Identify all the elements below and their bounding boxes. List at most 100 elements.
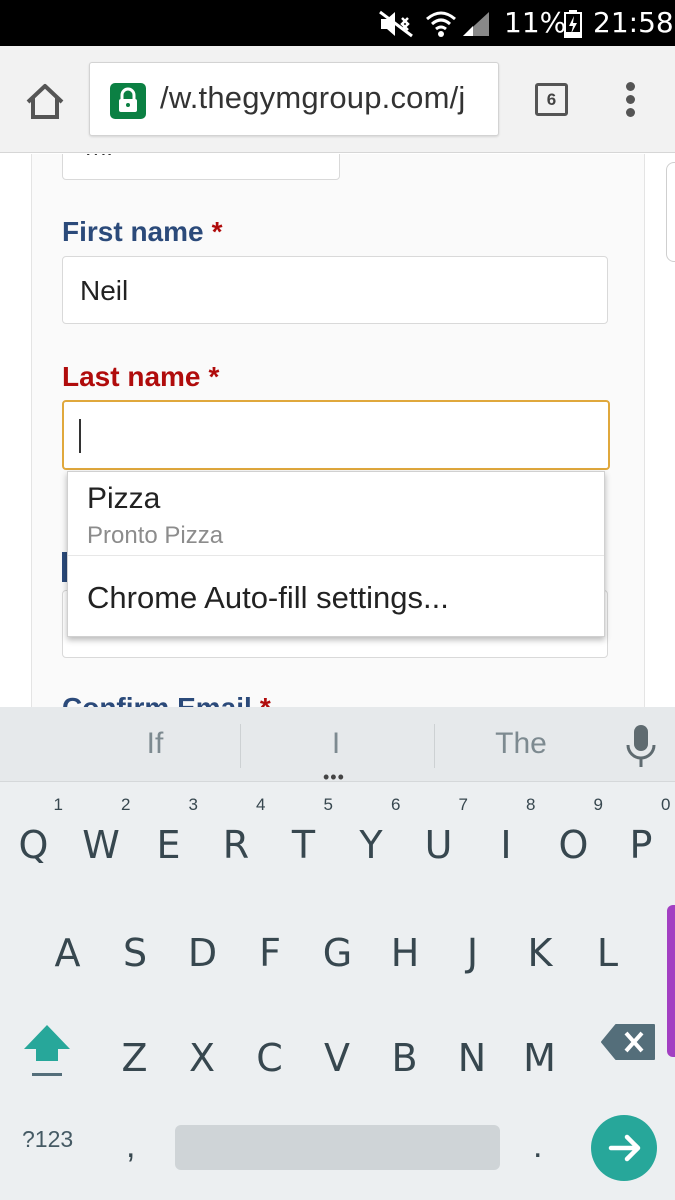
- key-number-hint: 9: [593, 795, 603, 814]
- key-b[interactable]: B: [371, 1008, 438, 1108]
- side-handle: [667, 905, 675, 1057]
- soft-keyboard: If I ••• The ?123 , . Q1W2E3R4T5Y6U7I8O9…: [0, 707, 675, 1200]
- suggestion-3[interactable]: The: [476, 727, 566, 761]
- key-label: M: [523, 1036, 556, 1080]
- key-w[interactable]: W2: [68, 795, 135, 895]
- key-n[interactable]: N: [439, 1008, 506, 1108]
- browser-toolbar: /w.thegymgroup.com/j 6: [0, 46, 675, 153]
- key-k[interactable]: K: [507, 903, 574, 1003]
- shift-key[interactable]: [16, 1017, 78, 1085]
- backspace-key[interactable]: [600, 1019, 658, 1065]
- symbols-key[interactable]: ?123: [22, 1126, 73, 1153]
- space-bar[interactable]: [175, 1125, 500, 1170]
- key-m[interactable]: M: [506, 1008, 573, 1108]
- key-number-hint: 7: [458, 795, 468, 814]
- status-bar: 11% 21:58: [0, 0, 675, 46]
- first-name-input[interactable]: Neil: [62, 256, 608, 324]
- battery-level: 11%: [504, 6, 567, 39]
- microphone-icon[interactable]: [624, 723, 658, 769]
- tabs-icon[interactable]: 6: [535, 83, 568, 116]
- key-z[interactable]: Z: [101, 1008, 168, 1108]
- confirm-email-label: Confirm Email*: [62, 692, 271, 707]
- key-label: O: [558, 823, 589, 867]
- first-name-label: First name *: [62, 216, 223, 247]
- more-suggestions-icon[interactable]: •••: [323, 767, 345, 788]
- key-s[interactable]: S: [102, 903, 169, 1003]
- suggestion-2[interactable]: I: [296, 727, 376, 761]
- key-number-hint: 3: [188, 795, 198, 814]
- key-label: D: [187, 931, 218, 975]
- key-label: Z: [121, 1036, 148, 1080]
- key-label: L: [596, 931, 619, 975]
- mute-icon: [379, 10, 413, 38]
- battery-charging-icon: [564, 10, 582, 38]
- key-q[interactable]: Q1: [0, 795, 67, 895]
- key-v[interactable]: V: [304, 1008, 371, 1108]
- key-g[interactable]: G: [304, 903, 371, 1003]
- title-select[interactable]: Mr: [62, 154, 340, 180]
- key-label: G: [322, 931, 353, 975]
- key-a[interactable]: A: [34, 903, 101, 1003]
- signal-icon: [463, 12, 489, 36]
- key-label: T: [291, 823, 316, 867]
- autofill-settings-link[interactable]: Chrome Auto-fill settings...: [87, 580, 449, 616]
- key-number-hint: 5: [323, 795, 333, 814]
- key-label: J: [466, 931, 479, 975]
- key-p[interactable]: P0: [608, 795, 675, 895]
- key-label: W: [82, 823, 120, 867]
- key-c[interactable]: C: [236, 1008, 303, 1108]
- last-name-input[interactable]: [62, 400, 610, 470]
- key-label: X: [188, 1036, 216, 1080]
- key-f[interactable]: F: [237, 903, 304, 1003]
- key-j[interactable]: J: [439, 903, 506, 1003]
- autofill-suggestion-detail: Pronto Pizza: [87, 522, 224, 549]
- key-number-hint: 0: [661, 795, 671, 814]
- key-label: I: [500, 823, 512, 867]
- period-key[interactable]: .: [533, 1127, 542, 1166]
- key-l[interactable]: L: [574, 903, 641, 1003]
- key-number-hint: 2: [121, 795, 131, 814]
- key-label: P: [629, 823, 653, 867]
- key-i[interactable]: I8: [473, 795, 540, 895]
- key-label: H: [390, 931, 420, 975]
- key-label: E: [156, 823, 181, 867]
- title-value: Mr: [85, 154, 115, 162]
- autofill-dropdown: Pizza Pronto Pizza Chrome Auto-fill sett…: [67, 471, 605, 637]
- key-o[interactable]: O9: [540, 795, 607, 895]
- key-label: Y: [359, 823, 383, 867]
- autofill-suggestion[interactable]: Pizza Pronto Pizza: [68, 472, 604, 556]
- suggestion-strip: If I ••• The: [0, 707, 675, 787]
- comma-key[interactable]: ,: [126, 1127, 135, 1166]
- key-label: A: [54, 931, 81, 975]
- arrow-right-icon: [608, 1134, 641, 1162]
- url-bar[interactable]: /w.thegymgroup.com/j: [89, 62, 499, 136]
- key-number-hint: 1: [53, 795, 63, 814]
- key-number-hint: 6: [391, 795, 401, 814]
- key-u[interactable]: U7: [405, 795, 472, 895]
- page-scroll-indicator: [666, 162, 675, 262]
- enter-key[interactable]: [591, 1115, 657, 1181]
- key-r[interactable]: R4: [203, 795, 270, 895]
- wifi-icon: [426, 11, 456, 37]
- key-number-hint: 4: [256, 795, 266, 814]
- home-icon[interactable]: [24, 80, 66, 122]
- key-x[interactable]: X: [169, 1008, 236, 1108]
- last-name-label: Last name *: [62, 361, 220, 392]
- key-e[interactable]: E3: [135, 795, 202, 895]
- key-label: B: [391, 1036, 418, 1080]
- lock-icon: [110, 83, 146, 119]
- key-label: R: [222, 823, 250, 867]
- key-h[interactable]: H: [372, 903, 439, 1003]
- overflow-menu-icon[interactable]: [617, 80, 645, 120]
- key-label: N: [457, 1036, 487, 1080]
- first-name-value: Neil: [80, 275, 129, 306]
- key-d[interactable]: D: [169, 903, 236, 1003]
- key-y[interactable]: Y6: [338, 795, 405, 895]
- key-label: F: [259, 931, 281, 975]
- key-label: C: [256, 1036, 283, 1080]
- url-text[interactable]: /w.thegymgroup.com/j: [160, 80, 466, 116]
- key-t[interactable]: T5: [270, 795, 337, 895]
- key-label: Q: [18, 823, 49, 867]
- suggestion-1[interactable]: If: [110, 727, 200, 761]
- key-label: U: [424, 823, 453, 867]
